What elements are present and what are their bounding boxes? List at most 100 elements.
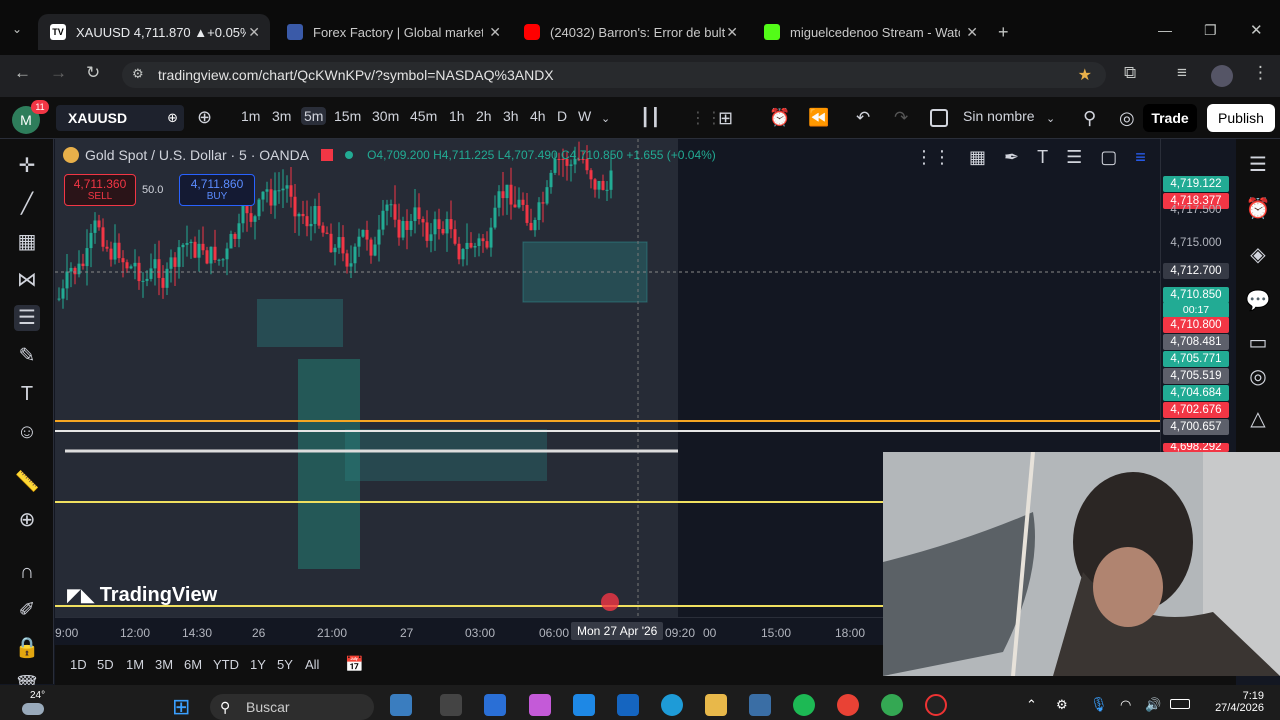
date-range-icon[interactable]: 📅 [345, 655, 364, 673]
extensions-icon[interactable]: ⧉ [1124, 63, 1136, 83]
bubble-icon[interactable]: ▭ [1244, 329, 1272, 357]
pen-icon[interactable]: ✒ [1004, 147, 1019, 168]
timeframe-3m[interactable]: 3m [272, 108, 291, 124]
compare-icon[interactable]: ⊕ [167, 105, 178, 131]
spotify-icon[interactable] [793, 694, 815, 716]
timeframe-d[interactable]: D [557, 108, 567, 124]
lock-drawing-icon[interactable]: ✐ [14, 597, 40, 623]
tab-forex-factory[interactable]: Forex Factory | Global markets f ✕ [275, 14, 511, 50]
target-icon[interactable]: ◎ [1244, 363, 1272, 391]
chrome-icon[interactable] [837, 694, 859, 716]
redo-icon[interactable]: ↷ [894, 108, 908, 128]
undo-icon[interactable]: ↶ [856, 108, 870, 128]
indicators-icon[interactable]: ⊞ [718, 108, 733, 129]
crosshair-icon[interactable]: ✛ [14, 153, 40, 179]
forecast-icon[interactable]: ☰ [14, 305, 40, 331]
fib-icon[interactable]: ☰ [1066, 147, 1082, 168]
emoji-icon[interactable]: ☺ [14, 419, 40, 445]
explorer-icon[interactable] [705, 694, 727, 716]
range-1m[interactable]: 1M [126, 657, 144, 672]
taskbar-search[interactable]: ⚲ Buscar [210, 694, 374, 720]
timeframe-dropdown-icon[interactable]: ⌄ [601, 112, 610, 125]
range-3m[interactable]: 3M [155, 657, 173, 672]
trading-app-icon[interactable] [617, 694, 639, 716]
ideas-icon[interactable]: △ [1244, 405, 1272, 433]
timeframe-1h[interactable]: 1h [449, 108, 465, 124]
timeframe-w[interactable]: W [578, 108, 591, 124]
list-icon[interactable]: ≡ [1135, 147, 1146, 168]
timeframe-45m[interactable]: 45m [410, 108, 437, 124]
close-icon[interactable]: ✕ [726, 24, 738, 41]
tab-youtube[interactable]: (24032) Barron's: Error de bulto ✕ [512, 14, 748, 50]
start-icon[interactable]: ⊞ [172, 696, 190, 718]
tray-app-icon[interactable]: ⚙ [1056, 697, 1068, 713]
range-ytd[interactable]: YTD [213, 657, 239, 672]
tab-kick-stream[interactable]: miguelcedenoo Stream - Watch ✕ [752, 14, 988, 50]
weather-icon[interactable] [22, 703, 44, 715]
close-icon[interactable]: ✕ [248, 24, 260, 41]
task-view-icon[interactable] [440, 694, 462, 716]
trade-button[interactable]: Trade [1143, 104, 1197, 132]
battery-icon[interactable] [1170, 699, 1190, 709]
layout-name[interactable]: Sin nombre [963, 108, 1035, 124]
trendline-icon[interactable]: ╱ [14, 191, 40, 217]
timeframe-4h[interactable]: 4h [530, 108, 546, 124]
zoom-icon[interactable]: ⊕ [14, 507, 40, 533]
text-icon[interactable]: T [1037, 147, 1048, 168]
rectangle-icon[interactable]: ▢ [1100, 147, 1117, 168]
layers-icon[interactable]: ◈ [1244, 241, 1272, 269]
tab-search-icon[interactable]: ⌄ [12, 22, 22, 36]
range-1d[interactable]: 1D [70, 657, 87, 672]
add-symbol-icon[interactable]: ⊕ [197, 107, 212, 128]
fib-grid-icon[interactable]: ▦ [14, 229, 40, 255]
flag-icon[interactable] [321, 149, 334, 161]
range-all[interactable]: All [305, 657, 319, 672]
tray-chevron-icon[interactable]: ⌃ [1026, 697, 1037, 713]
pattern-icon[interactable]: ⋈ [14, 267, 40, 293]
watchlist-icon[interactable]: ☰ [1244, 151, 1272, 179]
timeframe-3h[interactable]: 3h [503, 108, 519, 124]
volume-icon[interactable]: 🔊 [1145, 697, 1161, 713]
symbol-search[interactable]: XAUUSD ⊕ [56, 105, 184, 131]
timeframe-1m[interactable]: 1m [241, 108, 260, 124]
lock-icon[interactable]: 🔒 [14, 635, 40, 661]
taskbar-app-icon[interactable] [390, 694, 412, 716]
grid-icon[interactable]: ⋮⋮ [915, 147, 951, 168]
replay-icon[interactable]: ⏪ [808, 108, 829, 128]
timeframe-15m[interactable]: 15m [334, 108, 361, 124]
minimize-icon[interactable]: — [1158, 22, 1172, 38]
candle-type-icon[interactable]: ┃┃ [640, 108, 660, 128]
outlook-icon[interactable] [484, 694, 506, 716]
settings-icon[interactable]: ◎ [1119, 108, 1135, 129]
range-1y[interactable]: 1Y [250, 657, 266, 672]
clock[interactable]: 7:19 27/4/2026 [1200, 690, 1264, 714]
profile-avatar[interactable] [1211, 65, 1233, 87]
order-block-zone[interactable] [257, 299, 343, 347]
close-icon[interactable]: ✕ [966, 24, 978, 41]
microphone-icon[interactable]: 🎙 [1090, 696, 1108, 713]
tab-xauusd[interactable]: TV XAUUSD 4,711.870 ▲+0.05% S ✕ [38, 14, 270, 50]
edge-icon[interactable] [661, 694, 683, 716]
store-icon[interactable] [573, 694, 595, 716]
timeframe-2h[interactable]: 2h [476, 108, 492, 124]
alert-icon[interactable]: ⏰ [769, 108, 790, 128]
magnet-icon[interactable]: ∩ [14, 559, 40, 585]
brush-icon[interactable]: ✎ [14, 343, 40, 369]
site-info-icon[interactable]: ⚙ [132, 66, 144, 82]
restore-icon[interactable]: ❐ [1204, 22, 1217, 39]
window-close-icon[interactable]: ✕ [1250, 21, 1263, 39]
forward-icon[interactable]: → [50, 63, 67, 83]
url-field[interactable]: ⚙ tradingview.com/chart/QcKWnKPv/?symbol… [122, 62, 1106, 88]
calculator-icon[interactable] [749, 694, 771, 716]
chat-icon[interactable]: 💬 [1244, 287, 1272, 315]
pattern-grid-icon[interactable]: ▦ [969, 147, 986, 168]
legend-title[interactable]: Gold Spot / U.S. Dollar · 5 · OANDA [85, 147, 309, 163]
range-5d[interactable]: 5D [97, 657, 114, 672]
reload-icon[interactable]: ↻ [86, 63, 100, 83]
ruler-icon[interactable]: 📏 [14, 469, 40, 495]
layout-icon[interactable] [930, 109, 948, 127]
quick-search-icon[interactable]: ⚲ [1083, 108, 1096, 129]
event-marker-icon[interactable] [601, 593, 619, 611]
media-control-icon[interactable]: ≡ [1177, 63, 1187, 83]
new-tab-icon[interactable]: + [998, 22, 1009, 43]
